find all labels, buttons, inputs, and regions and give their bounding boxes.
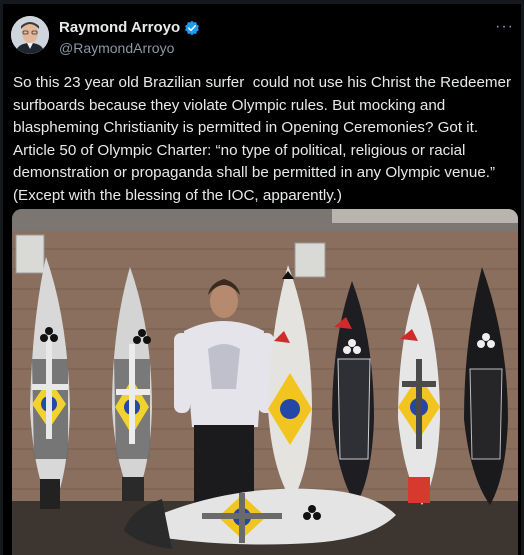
author-name[interactable]: Raymond Arroyo [59, 19, 180, 36]
author-handle[interactable]: @RaymondArroyo [59, 40, 174, 56]
tweet-header: Raymond Arroyo @RaymondArroyo ··· [11, 16, 516, 60]
author-avatar[interactable] [11, 16, 49, 54]
surfboards-photo [12, 209, 518, 555]
tweet-text: So this 23 year old Brazilian surfer cou… [13, 74, 516, 204]
more-options-icon[interactable]: ··· [495, 18, 514, 36]
tweet-card: Raymond Arroyo @RaymondArroyo ··· So thi… [3, 4, 521, 555]
author-name-row: Raymond Arroyo [59, 19, 200, 36]
tweet-photo[interactable] [12, 209, 518, 555]
verified-badge-icon [185, 20, 200, 35]
